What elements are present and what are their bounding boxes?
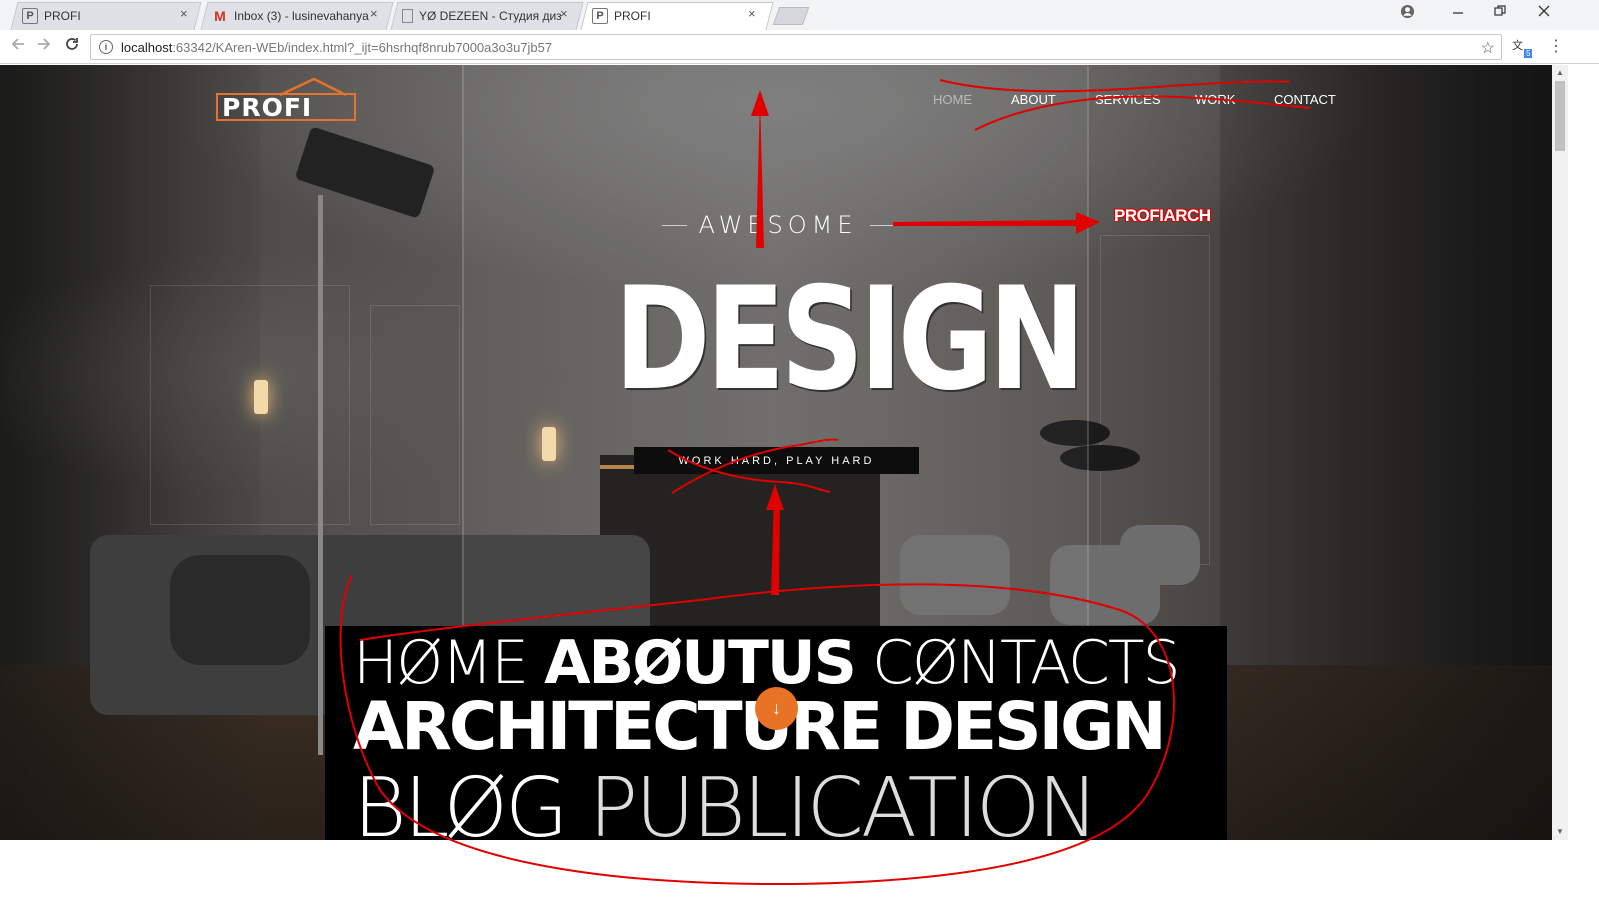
tab-title: YØ DEZEEN - Студия диз	[419, 9, 561, 23]
browser-tab-4[interactable]: P PROFI	[592, 2, 754, 30]
tab-close-icon[interactable]: ×	[748, 6, 756, 21]
browser-tab-strip: P PROFI × M Inbox (3) - lusinevahanya × …	[0, 0, 1599, 30]
bookmark-star-icon[interactable]: ☆	[1481, 38, 1495, 58]
nav-home[interactable]: HOME	[933, 92, 972, 107]
svg-text:文: 文	[1512, 38, 1523, 52]
word-blog[interactable]: BLØG	[353, 761, 569, 840]
restore-icon[interactable]	[1494, 4, 1506, 20]
word-design[interactable]: DESIGN	[900, 688, 1166, 765]
hero-eyebrow: AWESOME	[662, 211, 894, 239]
word-publication[interactable]: PUBLICATION	[589, 761, 1099, 840]
eyebrow-rule	[869, 224, 894, 226]
scroll-up-arrow-icon[interactable]: ▲	[1556, 68, 1564, 77]
tab-close-icon[interactable]: ×	[180, 6, 188, 21]
hero-tagline: WORK HARD, PLAY HARD	[634, 447, 919, 474]
word-cloud-block: HØME ABØUTUS CØNTACTS ARCHITECTURE DESIG…	[325, 626, 1227, 840]
word-cloud-line-3: BLØG PUBLICATION	[353, 761, 1099, 840]
cushion-decor	[170, 555, 310, 665]
address-toolbar: i localhost:63342/KAren-WEb/index.html?_…	[0, 30, 1599, 64]
forward-icon[interactable]	[36, 36, 52, 57]
site-info-icon[interactable]: i	[99, 40, 113, 54]
eyebrow-rule	[662, 224, 687, 226]
tab-title: PROFI	[44, 9, 81, 23]
reload-icon[interactable]	[64, 36, 80, 57]
browser-menu-icon[interactable]: ⋮	[1548, 36, 1564, 56]
profi-favicon-icon: P	[592, 8, 608, 24]
nav-services[interactable]: SERVICES	[1095, 92, 1161, 107]
tab-close-icon[interactable]: ×	[370, 6, 378, 21]
document-icon	[402, 9, 413, 23]
close-window-icon[interactable]	[1538, 4, 1550, 20]
scroll-down-arrow-icon[interactable]: ▼	[1556, 827, 1564, 836]
chair-decor	[1120, 525, 1200, 585]
floor-lamp-decor	[318, 195, 323, 755]
profile-icon[interactable]	[1400, 4, 1415, 22]
page-scrollbar[interactable]: ▲ ▼	[1552, 65, 1568, 840]
wall-shadow	[1220, 65, 1552, 840]
site-logo[interactable]: PROFI	[216, 77, 356, 123]
wall-sconce-decor	[254, 380, 268, 414]
extension-badge: 5	[1524, 49, 1533, 58]
browser-tab-1[interactable]: P PROFI	[22, 2, 184, 30]
scrollbar-thumb[interactable]	[1555, 81, 1565, 151]
nav-about[interactable]: ABOUT	[1011, 92, 1056, 107]
url-path: :63342/KAren-WEb/index.html?_ijt=6hsrhqf…	[172, 39, 553, 55]
nav-contact[interactable]: CONTACT	[1274, 92, 1336, 107]
wall-panel	[1100, 235, 1210, 565]
logo-text: PROFI	[222, 93, 313, 122]
back-icon[interactable]	[10, 36, 26, 57]
tab-title: PROFI	[614, 9, 651, 23]
wall-panel	[370, 305, 460, 525]
word-architecture[interactable]: ARCHITECTURE	[353, 688, 883, 765]
gmail-icon: M	[214, 8, 226, 24]
eyebrow-text: AWESOME	[698, 211, 858, 239]
url-host: localhost	[121, 39, 173, 55]
annotation-label: PROFIARCH	[1114, 206, 1211, 225]
scroll-down-button[interactable]: ↓	[755, 687, 798, 730]
new-tab-button[interactable]	[772, 7, 810, 25]
minimize-icon[interactable]	[1452, 4, 1464, 20]
tab-title: Inbox (3) - lusinevahanya	[234, 9, 369, 23]
tab-close-icon[interactable]: ×	[560, 6, 568, 21]
browser-tab-2[interactable]: M Inbox (3) - lusinevahanya	[212, 2, 374, 30]
address-bar[interactable]: i localhost:63342/KAren-WEb/index.html?_…	[90, 34, 1502, 60]
arrow-down-icon: ↓	[772, 698, 781, 718]
profi-favicon-icon: P	[22, 8, 38, 24]
hero-headline: DESIGN	[614, 257, 1086, 422]
nav-work[interactable]: WORK	[1195, 92, 1235, 107]
browser-tab-3[interactable]: YØ DEZEEN - Студия диз	[402, 2, 561, 30]
